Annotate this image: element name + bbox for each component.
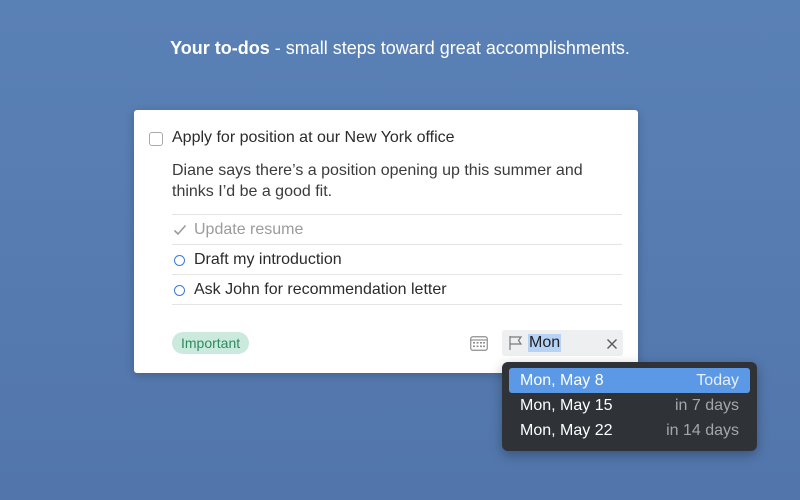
date-suggestion-item[interactable]: Mon, May 22 in 14 days — [509, 418, 750, 443]
tagline-rest: - small steps toward great accomplishmen… — [269, 38, 630, 58]
checklist: Update resume Draft my introduction Ask … — [172, 214, 622, 305]
suggestion-relative: in 14 days — [666, 421, 739, 439]
circle-icon[interactable] — [172, 252, 194, 268]
checklist-item[interactable]: Draft my introduction — [172, 245, 622, 275]
flag-icon — [508, 335, 524, 356]
close-icon[interactable] — [606, 337, 618, 355]
tagline-bold: Your to-dos — [170, 38, 270, 58]
checklist-item-label: Ask John for recommendation letter — [194, 280, 447, 298]
when-input-value[interactable]: Mon — [528, 334, 562, 352]
todo-title[interactable]: Apply for position at our New York offic… — [172, 129, 455, 147]
suggestion-relative: Today — [696, 371, 739, 389]
when-input[interactable]: Mon — [502, 330, 623, 356]
checklist-item-label: Update resume — [194, 220, 304, 238]
tag-important[interactable]: Important — [172, 332, 250, 354]
checkmark-icon[interactable] — [172, 222, 194, 238]
todo-checkbox[interactable] — [149, 132, 163, 146]
circle-icon[interactable] — [172, 282, 194, 298]
date-suggestion-item[interactable]: Mon, May 8 Today — [509, 368, 750, 393]
suggestion-relative: in 7 days — [674, 396, 739, 414]
todo-notes[interactable]: Diane says there’s a position opening up… — [172, 160, 622, 202]
todo-card[interactable]: Apply for position at our New York offic… — [134, 110, 638, 373]
checklist-item[interactable]: Ask John for recommendation letter — [172, 275, 622, 305]
tagline: Your to-dos - small steps toward great a… — [0, 38, 800, 59]
date-suggestions-menu: Mon, May 8 Today Mon, May 15 in 7 days M… — [502, 362, 757, 451]
suggestion-date: Mon, May 22 — [520, 421, 613, 439]
suggestion-date: Mon, May 15 — [520, 396, 613, 414]
checklist-item-label: Draft my introduction — [194, 250, 342, 268]
suggestion-date: Mon, May 8 — [520, 371, 604, 389]
date-suggestion-item[interactable]: Mon, May 15 in 7 days — [509, 393, 750, 418]
checklist-item[interactable]: Update resume — [172, 215, 622, 245]
calendar-icon[interactable] — [470, 335, 488, 356]
